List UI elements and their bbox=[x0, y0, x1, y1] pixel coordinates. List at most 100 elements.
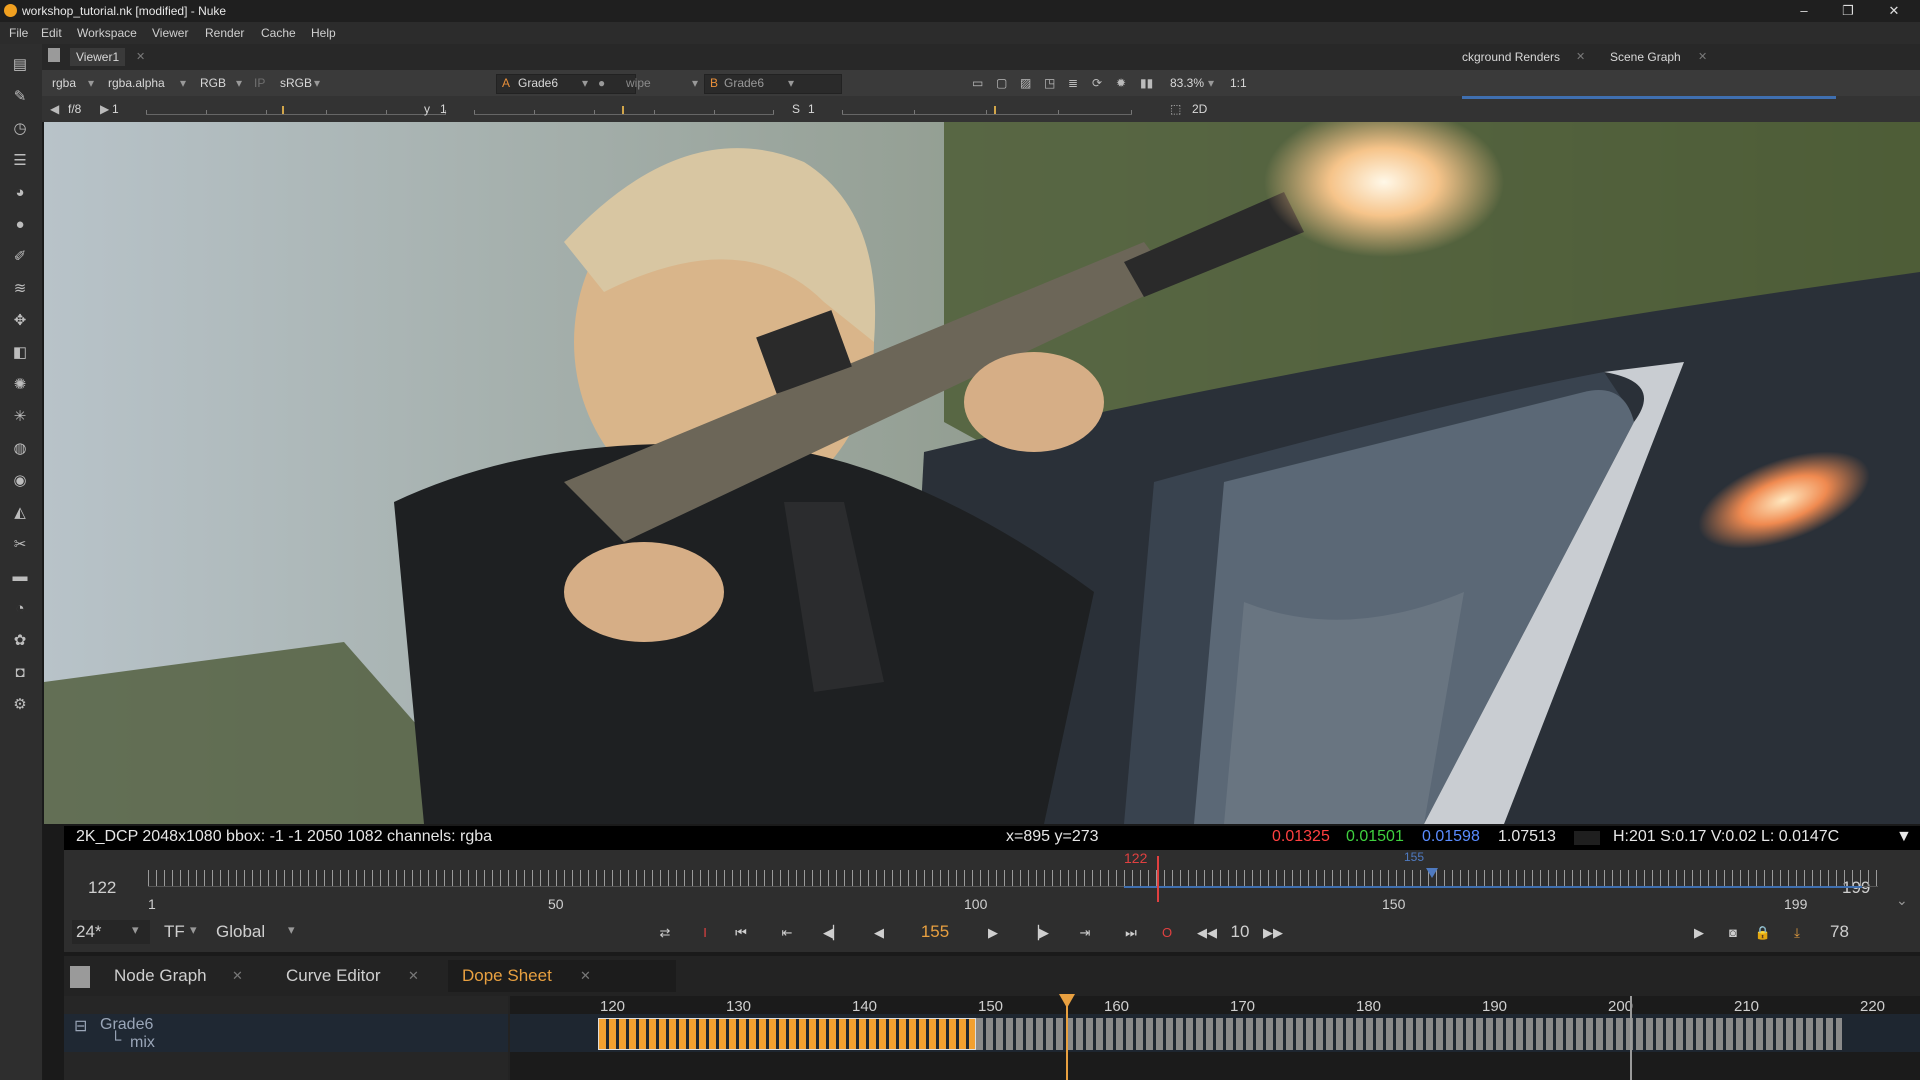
pause-icon[interactable]: ▮▮ bbox=[1140, 75, 1153, 91]
panel-menu-icon[interactable] bbox=[48, 48, 60, 62]
compare-icon[interactable]: ● bbox=[598, 75, 605, 91]
ocula-icon[interactable]: ◔ bbox=[9, 598, 31, 620]
dope-sheet-playhead[interactable] bbox=[1066, 996, 1068, 1080]
input-b-dropdown[interactable]: Grade6 bbox=[724, 75, 764, 91]
input-a-dropdown[interactable]: Grade6 bbox=[518, 75, 558, 91]
close-button[interactable]: ✕ bbox=[1874, 2, 1914, 20]
playhead[interactable] bbox=[1426, 868, 1438, 878]
tf-dropdown[interactable]: TF bbox=[164, 922, 185, 942]
playback-mode-icon[interactable]: ⇄ bbox=[652, 922, 678, 944]
ratio-dropdown[interactable]: 1:1 bbox=[1230, 75, 1247, 91]
saturation-slider-handle[interactable] bbox=[994, 106, 996, 114]
wipe-dropdown[interactable]: wipe bbox=[626, 75, 651, 91]
prev-frame-icon[interactable]: ◀▏ bbox=[820, 922, 846, 944]
playhead-marker[interactable] bbox=[1059, 994, 1075, 1008]
export-icon[interactable]: ⤓ bbox=[1784, 922, 1810, 944]
in-point-button[interactable]: I bbox=[692, 922, 718, 944]
tab-scene-graph[interactable]: Scene Graph bbox=[1610, 48, 1681, 66]
deep-icon[interactable]: ✳ bbox=[9, 406, 31, 428]
step-forward-icon[interactable]: ▶▶ bbox=[1260, 922, 1286, 944]
keyframe-block[interactable] bbox=[976, 1018, 1842, 1050]
menu-file[interactable]: File bbox=[9, 26, 28, 40]
menu-cache[interactable]: Cache bbox=[261, 26, 296, 40]
gain-slider[interactable] bbox=[146, 104, 446, 115]
in-point-marker[interactable] bbox=[1157, 856, 1159, 902]
proxy-icon[interactable]: ▢ bbox=[996, 75, 1007, 91]
timeline-ruler[interactable] bbox=[148, 870, 1878, 886]
ip-button[interactable]: IP bbox=[254, 75, 265, 91]
refresh-icon[interactable]: ⟳ bbox=[1092, 75, 1102, 91]
tree-knob[interactable]: mix bbox=[130, 1034, 155, 1052]
fstop-value[interactable]: f/8 bbox=[68, 101, 81, 117]
menu-help[interactable]: Help bbox=[311, 26, 336, 40]
tab-dope-sheet[interactable]: Dope Sheet bbox=[462, 966, 552, 986]
close-icon[interactable]: ✕ bbox=[580, 968, 591, 984]
step-increment-input[interactable]: 10 bbox=[1224, 922, 1256, 944]
tab-viewer1[interactable]: Viewer1 bbox=[70, 48, 126, 66]
fps-dropdown[interactable]: 24* bbox=[76, 922, 102, 942]
menu-edit[interactable]: Edit bbox=[41, 26, 62, 40]
plugins-icon[interactable]: ✿ bbox=[9, 630, 31, 652]
menu-list-icon[interactable]: ≣ bbox=[1068, 75, 1078, 91]
color-icon[interactable]: ◕ bbox=[9, 182, 31, 204]
saturation-value[interactable]: 1 bbox=[808, 101, 815, 117]
gain-slider-handle[interactable] bbox=[282, 106, 284, 114]
transform-icon[interactable]: ✥ bbox=[9, 310, 31, 332]
close-icon[interactable]: ✕ bbox=[408, 968, 419, 984]
step-back-icon[interactable]: ◀◀ bbox=[1194, 922, 1220, 944]
timeline[interactable]: 122 199 ⌄ 122 155 1 50 100 150 199 bbox=[64, 850, 1920, 914]
lock-icon[interactable]: 🔒 bbox=[1750, 922, 1776, 944]
gain-value[interactable]: 1 bbox=[112, 101, 119, 117]
play-backward-icon[interactable]: ◀ bbox=[866, 922, 892, 944]
timeline-start[interactable]: 122 bbox=[88, 878, 116, 898]
time-icon[interactable]: ◷ bbox=[9, 118, 31, 140]
close-icon[interactable]: ✕ bbox=[1576, 48, 1585, 66]
other-icon[interactable]: ✂ bbox=[9, 534, 31, 556]
prev-fstop-icon[interactable]: ◀ bbox=[50, 101, 59, 117]
record-icon[interactable]: ◙ bbox=[1720, 922, 1746, 944]
views-icon[interactable]: ◍ bbox=[9, 438, 31, 460]
close-icon[interactable]: ✕ bbox=[232, 968, 243, 984]
particles-icon[interactable]: ✺ bbox=[9, 374, 31, 396]
saturation-slider[interactable] bbox=[842, 104, 1132, 115]
next-fstop-icon[interactable]: ▶ bbox=[100, 101, 109, 117]
expand-icon[interactable]: ⊟ bbox=[74, 1016, 87, 1036]
current-frame-input[interactable]: 155 bbox=[904, 922, 966, 944]
lut-dropdown[interactable]: sRGB bbox=[280, 75, 312, 91]
draw-icon[interactable]: ✎ bbox=[9, 86, 31, 108]
checker-icon[interactable]: ▨ bbox=[1020, 75, 1031, 91]
chevron-down-icon[interactable]: ⌄ bbox=[1896, 892, 1908, 909]
tree-node[interactable]: Grade6 bbox=[100, 1016, 153, 1034]
menu-viewer[interactable]: Viewer bbox=[152, 26, 188, 40]
cara-icon[interactable]: ◘ bbox=[9, 662, 31, 684]
layer-dropdown[interactable]: rgba.alpha bbox=[108, 75, 165, 91]
exposure-icon[interactable]: ✹ bbox=[1116, 75, 1126, 91]
chevron-down-icon[interactable]: ▼ bbox=[1896, 828, 1912, 846]
first-frame-icon[interactable]: ⏮ bbox=[728, 922, 754, 944]
prev-keyframe-icon[interactable]: ⇤ bbox=[774, 922, 800, 944]
view-mode-2d[interactable]: 2D bbox=[1192, 101, 1207, 117]
filter-icon[interactable]: ● bbox=[9, 214, 31, 236]
keyer-icon[interactable]: ✐ bbox=[9, 246, 31, 268]
out-point-button[interactable]: O bbox=[1154, 922, 1180, 944]
global-dropdown[interactable]: Global bbox=[216, 922, 265, 942]
gamma-value[interactable]: 1 bbox=[440, 101, 447, 117]
last-frame-icon[interactable]: ⏭ bbox=[1118, 922, 1144, 944]
3d-icon[interactable]: ◧ bbox=[9, 342, 31, 364]
menu-render[interactable]: Render bbox=[205, 26, 244, 40]
furnace-icon[interactable]: ▬ bbox=[9, 566, 31, 588]
tab-background-renders[interactable]: ckground Renders bbox=[1462, 48, 1560, 66]
channel-icon[interactable]: ☰ bbox=[9, 150, 31, 172]
gamma-slider-handle[interactable] bbox=[622, 106, 624, 114]
image-icon[interactable]: ▤ bbox=[9, 54, 31, 76]
maximize-button[interactable]: ❐ bbox=[1828, 2, 1868, 20]
keyframe-block-selected[interactable] bbox=[598, 1018, 976, 1050]
roi-icon[interactable]: ▭ bbox=[972, 75, 983, 91]
display-dropdown[interactable]: RGB bbox=[200, 75, 226, 91]
viewer-image[interactable] bbox=[44, 122, 1920, 824]
next-frame-icon[interactable]: ▕▶ bbox=[1026, 922, 1052, 944]
tab-node-graph[interactable]: Node Graph bbox=[114, 966, 207, 986]
metadata-icon[interactable]: ◉ bbox=[9, 470, 31, 492]
play-forward-icon[interactable]: ▶ bbox=[980, 922, 1006, 944]
minimize-button[interactable]: – bbox=[1784, 2, 1824, 20]
